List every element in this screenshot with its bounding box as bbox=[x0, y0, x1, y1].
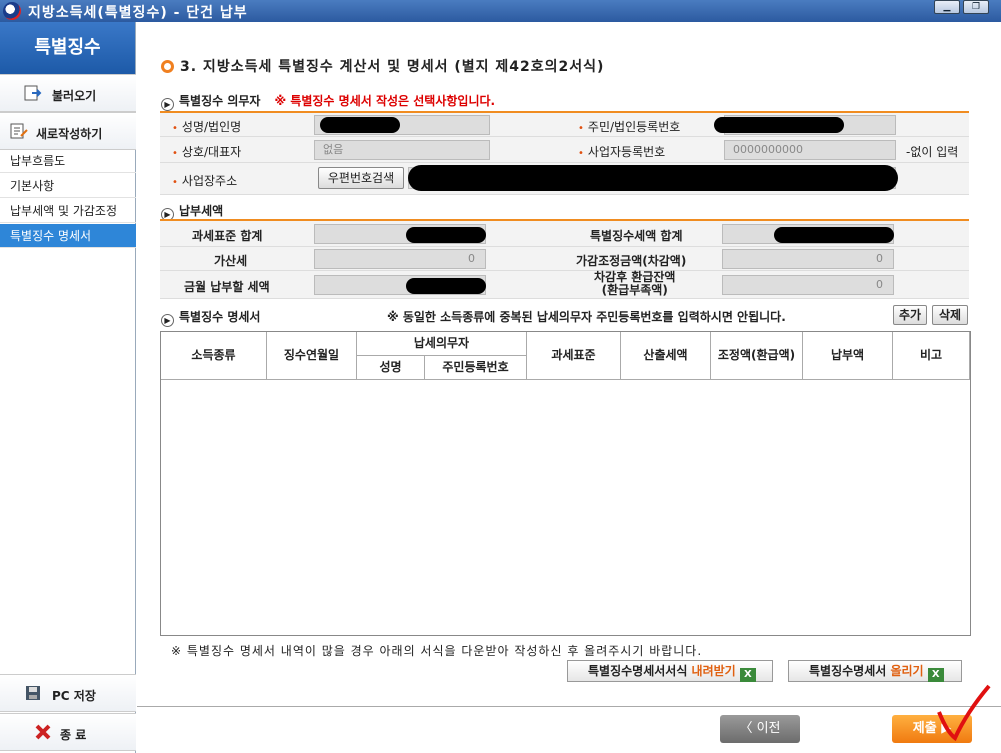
bizno-label: • 사업자등록번호 bbox=[578, 145, 666, 159]
close-x-icon bbox=[35, 724, 51, 740]
sidebar-item-tax-adjust[interactable]: 납부세액 및 가감조정 bbox=[0, 199, 136, 223]
detail-heading: ▶ 특별징수 명세서 bbox=[161, 308, 260, 327]
main-panel: 3. 지방소득세 특별징수 계산서 및 명세서 (별지 제42호의2서식) ▶ 특… bbox=[137, 22, 1001, 753]
app-logo-icon bbox=[3, 2, 21, 20]
page-title-text: 3. 지방소득세 특별징수 계산서 및 명세서 (별지 제42호의2서식) bbox=[180, 59, 605, 75]
company-label: • 상호/대표자 bbox=[172, 145, 242, 159]
new-write-label: 새로작성하기 bbox=[36, 127, 103, 141]
sidebar-item-statement[interactable]: 특별징수 명세서 bbox=[0, 224, 136, 248]
adjust-label: 가감조정금액(차감액) bbox=[576, 254, 687, 268]
new-write-button[interactable]: 새로작성하기 bbox=[0, 112, 136, 150]
name-label: • 성명/법인명 bbox=[172, 120, 242, 134]
col-month: 징수연월일 bbox=[267, 332, 357, 380]
load-button[interactable]: 불러오기 bbox=[0, 74, 136, 112]
col-base: 과세표준 bbox=[527, 332, 621, 380]
red-checkmark-annotation bbox=[937, 684, 991, 742]
base-total-label: 과세표준 합계 bbox=[192, 229, 263, 243]
detail-note: ※ 동일한 소득종류에 중복된 납세의무자 주민등록번호를 입력하시면 안됩니다… bbox=[387, 310, 786, 324]
bottom-bar bbox=[137, 706, 1001, 753]
redacted-base bbox=[406, 227, 486, 243]
arrow-circle-icon: ▶ bbox=[161, 98, 174, 111]
folder-arrow-icon bbox=[24, 85, 42, 101]
orange-circle-icon bbox=[161, 60, 174, 73]
statement-grid[interactable]: 소득종류 징수연월일 납세의무자 성명 주민등록번호 과세표준 산출세액 조정액… bbox=[160, 331, 971, 636]
company-field[interactable]: 없음 bbox=[314, 140, 490, 160]
minimize-button[interactable]: ▁ bbox=[934, 0, 960, 14]
bizno-note: -없이 입력 bbox=[906, 145, 959, 159]
prev-button[interactable]: 〈 이전 bbox=[720, 715, 800, 743]
col-name: 성명 bbox=[357, 356, 425, 380]
col-adjust: 조정액(환급액) bbox=[711, 332, 803, 380]
page-title: 3. 지방소득세 특별징수 계산서 및 명세서 (별지 제42호의2서식) bbox=[161, 56, 604, 76]
id-label: • 주민/법인등록번호 bbox=[578, 120, 681, 134]
col-rrn: 주민등록번호 bbox=[425, 356, 527, 380]
exit-label: 종 료 bbox=[60, 728, 87, 742]
bizno-field[interactable]: 0000000000 bbox=[724, 140, 896, 160]
upload-accent: 올리기 bbox=[890, 664, 924, 678]
tax-row-2: 가산세 0 가감조정금액(차감액) 0 bbox=[160, 247, 969, 271]
extra-tax-field: 0 bbox=[314, 249, 486, 269]
addr-label: • 사업장주소 bbox=[172, 174, 238, 188]
delete-button[interactable]: 삭제 bbox=[932, 305, 968, 325]
pc-save-button[interactable]: PC 저장 bbox=[0, 674, 136, 712]
payer-row-1: • 성명/법인명 • 주민/법인등록번호 bbox=[160, 113, 969, 137]
window-title: 지방소득세(특별징수) - 단건 납부 bbox=[28, 5, 248, 21]
restore-button[interactable]: ❐ bbox=[963, 0, 989, 14]
redacted-special bbox=[774, 227, 894, 243]
pc-save-label: PC 저장 bbox=[52, 689, 96, 703]
special-total-label: 특별징수세액 합계 bbox=[590, 229, 683, 243]
col-income: 소득종류 bbox=[161, 332, 267, 380]
excel-download-icon: X bbox=[739, 668, 756, 682]
excel-upload-icon: X bbox=[927, 668, 944, 682]
download-accent: 내려받기 bbox=[691, 664, 736, 678]
upload-form-button[interactable]: 특별징수명세서 올리기 X bbox=[788, 660, 962, 682]
title-bar: 지방소득세(특별징수) - 단건 납부 ▁ ❐ bbox=[0, 0, 1001, 22]
tax-table: 과세표준 합계 특별징수세액 합계 가산세 0 가감조정금액(차감액) 0 금월… bbox=[160, 219, 969, 299]
sidebar-header: 특별징수 bbox=[0, 22, 135, 74]
refund-field: 0 bbox=[722, 275, 894, 295]
download-label: 특별징수명세서서식 bbox=[588, 664, 692, 678]
sidebar-item-flow[interactable]: 납부흐름도 bbox=[0, 149, 136, 173]
tax-row-3: 금월 납부할 세액 차감후 환급잔액 (환급부족액) 0 bbox=[160, 271, 969, 299]
redacted-pay bbox=[406, 278, 486, 294]
payer-row-3: • 사업장주소 우편번호검색 bbox=[160, 163, 969, 195]
download-form-button[interactable]: 특별징수명세서서식 내려받기 X bbox=[567, 660, 773, 682]
redacted-name bbox=[320, 117, 400, 133]
col-paid: 납부액 bbox=[803, 332, 893, 380]
postal-search-button[interactable]: 우편번호검색 bbox=[318, 167, 404, 189]
tax-heading-text: 납부세액 bbox=[179, 204, 224, 218]
payer-heading-text: 특별징수 의무자 bbox=[179, 94, 261, 108]
detail-heading-text: 특별징수 명세서 bbox=[179, 310, 261, 324]
disk-icon bbox=[26, 686, 40, 700]
redacted-id bbox=[714, 117, 844, 133]
redacted-address bbox=[408, 165, 898, 191]
exit-button[interactable]: 종 료 bbox=[0, 713, 136, 751]
arrow-circle-icon: ▶ bbox=[161, 314, 174, 327]
load-label: 불러오기 bbox=[52, 89, 97, 103]
upload-label: 특별징수명세서 bbox=[809, 664, 891, 678]
payer-table: • 성명/법인명 • 주민/법인등록번호 • 상호/대표자 없음 • 사업자등록번호 0… bbox=[160, 111, 969, 195]
add-button[interactable]: 추가 bbox=[893, 305, 927, 325]
extra-tax-label: 가산세 bbox=[214, 254, 248, 268]
col-remark: 비고 bbox=[893, 332, 970, 380]
refund-label: 차감후 환급잔액 (환급부족액) bbox=[594, 270, 676, 297]
edit-doc-icon bbox=[10, 123, 28, 139]
sidebar-item-basic[interactable]: 기본사항 bbox=[0, 174, 136, 198]
col-payer: 납세의무자 bbox=[357, 332, 527, 356]
sidebar: 특별징수 불러오기 새로작성하기 납부흐름도 기본사항 납부세액 및 가감조정 … bbox=[0, 22, 136, 753]
footer-note: ※ 특별징수 명세서 내역이 많을 경우 아래의 서식을 다운받아 작성하신 후… bbox=[171, 644, 703, 658]
pay-amount-label: 금월 납부할 세액 bbox=[184, 280, 270, 294]
col-calc: 산출세액 bbox=[621, 332, 711, 380]
tax-row-1: 과세표준 합계 특별징수세액 합계 bbox=[160, 221, 969, 247]
payer-note: ※ 특별징수 명세서 작성은 선택사항입니다. bbox=[274, 94, 496, 108]
payer-row-2: • 상호/대표자 없음 • 사업자등록번호 0000000000 -없이 입력 bbox=[160, 137, 969, 163]
adjust-field: 0 bbox=[722, 249, 894, 269]
payer-heading: ▶ 특별징수 의무자 ※ 특별징수 명세서 작성은 선택사항입니다. bbox=[161, 92, 495, 111]
